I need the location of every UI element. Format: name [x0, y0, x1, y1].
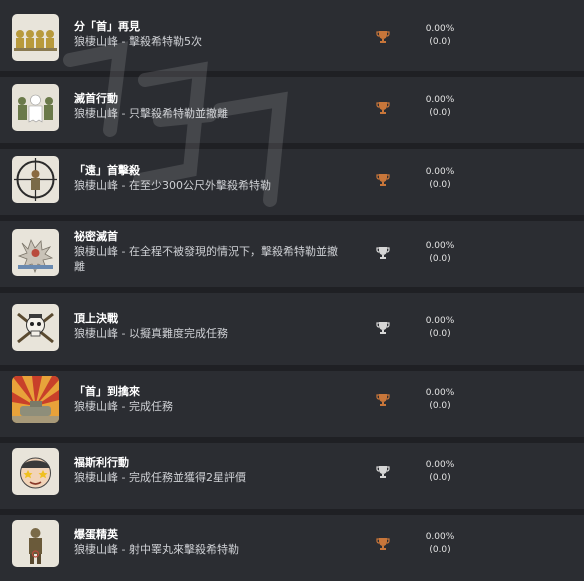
achievement-title: 頂上決戰: [74, 312, 118, 325]
achievement-title: 祕密滅首: [74, 230, 118, 243]
unlock-count: (0.0): [429, 108, 451, 118]
achievement-row[interactable]: 福斯利行動 狼棲山峰 - 完成任務並獲得2星評價 0.00% (0.0): [0, 443, 584, 509]
achievement-title: 爆蛋精英: [74, 528, 118, 541]
crosshair-icon: [12, 156, 59, 203]
achievement-title: 「首」到擒來: [74, 385, 140, 398]
silver-trophy-icon: [376, 466, 390, 478]
unlock-percent: 0.00%: [425, 167, 455, 177]
achievement-row[interactable]: 「首」到擒來 狼棲山峰 - 完成任務 0.00% (0.0): [0, 371, 584, 437]
soldier-target-icon: [12, 520, 59, 567]
soldiers-row-icon: [12, 14, 59, 61]
unlock-count: (0.0): [429, 329, 451, 339]
achievement-description: 狼棲山峰 - 射中睪丸來擊殺希特勒: [74, 543, 239, 556]
silver-trophy-icon: [376, 322, 390, 334]
achievement-description: 狼棲山峰 - 在至少300公尺外擊殺希特勒: [74, 179, 271, 192]
unlock-count: (0.0): [429, 254, 451, 264]
sunburst-tank-icon: [12, 376, 59, 423]
achievement-row[interactable]: 爆蛋精英 狼棲山峰 - 射中睪丸來擊殺希特勒 0.00% (0.0): [0, 515, 584, 581]
unlock-percent: 0.00%: [425, 532, 455, 542]
unlock-percent: 0.00%: [425, 241, 455, 251]
achievement-description: 狼棲山峰 - 擊殺希特勒5次: [74, 35, 202, 48]
bronze-trophy-icon: [376, 174, 390, 186]
bronze-trophy-icon: [376, 394, 390, 406]
bronze-trophy-icon: [376, 102, 390, 114]
achievement-row[interactable]: 滅首行動 狼棲山峰 - 只擊殺希特勒並撤離 0.00% (0.0): [0, 77, 584, 143]
achievement-description: 狼棲山峰 - 以擬真難度完成任務: [74, 327, 228, 340]
unlock-count: (0.0): [429, 473, 451, 483]
achievement-title: 福斯利行動: [74, 456, 129, 469]
achievement-description: 狼棲山峰 - 完成任務: [74, 400, 173, 413]
ghost-soldiers-icon: [12, 84, 59, 131]
achievement-row[interactable]: 祕密滅首 狼棲山峰 - 在全程不被發現的情況下，擊殺希特勒並撤離 0.00% (…: [0, 221, 584, 287]
unlock-count: (0.0): [429, 545, 451, 555]
achievement-row[interactable]: 「遠」首擊殺 狼棲山峰 - 在至少300公尺外擊殺希特勒 0.00% (0.0): [0, 149, 584, 215]
unlock-count: (0.0): [429, 37, 451, 47]
bronze-trophy-icon: [376, 31, 390, 43]
achievement-description: 狼棲山峰 - 在全程不被發現的情況下，擊殺希特勒並撤離: [74, 245, 338, 273]
silver-trophy-icon: [376, 247, 390, 259]
unlock-percent: 0.00%: [425, 95, 455, 105]
face-stars-icon: [12, 448, 59, 495]
bronze-trophy-icon: [376, 538, 390, 550]
achievement-row[interactable]: 分「首」再見 狼棲山峰 - 擊殺希特勒5次 0.00% (0.0): [0, 5, 584, 71]
unlock-percent: 0.00%: [425, 388, 455, 398]
achievement-title: 「遠」首擊殺: [74, 164, 140, 177]
achievement-title: 分「首」再見: [74, 20, 140, 33]
achievement-description: 狼棲山峰 - 只擊殺希特勒並撤離: [74, 107, 228, 120]
unlock-percent: 0.00%: [425, 24, 455, 34]
unlock-percent: 0.00%: [425, 316, 455, 326]
achievement-row[interactable]: 頂上決戰 狼棲山峰 - 以擬真難度完成任務 0.00% (0.0): [0, 293, 584, 359]
skull-guns-icon: [12, 304, 59, 351]
explosion-icon: [12, 229, 59, 276]
unlock-percent: 0.00%: [425, 460, 455, 470]
achievement-title: 滅首行動: [74, 92, 118, 105]
unlock-count: (0.0): [429, 180, 451, 190]
achievement-description: 狼棲山峰 - 完成任務並獲得2星評價: [74, 471, 246, 484]
unlock-count: (0.0): [429, 401, 451, 411]
